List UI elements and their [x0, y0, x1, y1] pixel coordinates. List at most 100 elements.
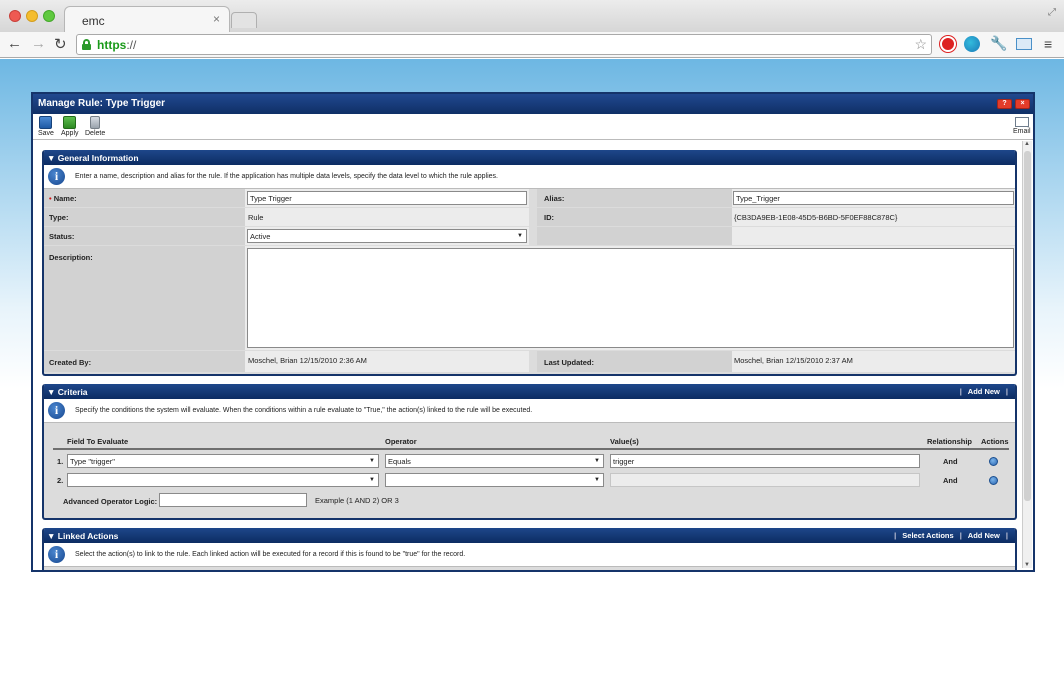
- column-relationship: Relationship: [927, 437, 973, 446]
- menu-icon[interactable]: ≡: [1044, 36, 1052, 52]
- delete-label: Delete: [85, 130, 106, 137]
- zoom-window-button[interactable]: [43, 10, 55, 22]
- column-field-to-evaluate: Field To Evaluate: [67, 437, 129, 446]
- status-label: Status:: [49, 232, 75, 241]
- criteria-title[interactable]: ▼ Criteria: [47, 387, 88, 397]
- browser-tab[interactable]: emc ×: [64, 6, 230, 32]
- id-label-cell: [537, 208, 732, 226]
- info-icon: i: [48, 168, 65, 185]
- help-button[interactable]: ?: [997, 99, 1012, 109]
- extension-icon[interactable]: [940, 36, 956, 52]
- criteria-header: ▼ Criteria | Add New |: [44, 384, 1015, 399]
- linked-actions-info-bar: i Select the action(s) to link to the ru…: [44, 543, 1015, 567]
- created-by-value: Moschel, Brian 12/15/2010 2:36 AM: [248, 356, 367, 365]
- url-text: https://: [97, 38, 137, 52]
- scroll-up-icon[interactable]: ▲: [1024, 141, 1030, 147]
- linked-actions-links: | Select Actions | Add New |: [894, 531, 1008, 540]
- relationship-value: And: [943, 457, 958, 466]
- remove-criteria-icon[interactable]: [989, 457, 998, 466]
- globe-icon[interactable]: [964, 36, 980, 52]
- tab-close-icon[interactable]: ×: [213, 12, 220, 26]
- name-input[interactable]: Type Trigger: [247, 191, 527, 205]
- general-info-text: Enter a name, description and alias for …: [75, 173, 498, 180]
- envelope-icon: [1014, 117, 1029, 127]
- value-input[interactable]: trigger: [610, 454, 920, 468]
- advanced-operator-logic-label: Advanced Operator Logic:: [63, 497, 158, 506]
- alias-input[interactable]: Type_Trigger: [733, 191, 1014, 205]
- fullscreen-icon[interactable]: ⤢: [1048, 7, 1056, 18]
- criteria-table-header: Field To Evaluate Operator Value(s) Rela…: [53, 430, 1009, 450]
- remove-criteria-icon[interactable]: [989, 476, 998, 485]
- new-tab-button[interactable]: [231, 12, 257, 28]
- linked-actions-title[interactable]: ▼ Linked Actions: [47, 531, 118, 541]
- criteria-row: 1. Type "trigger" ▼ Equals ▼ trigger And: [44, 453, 1015, 471]
- dialog-scrollbar[interactable]: ▲ ▼: [1022, 141, 1032, 568]
- browser-tab-strip: emc × ⤢: [0, 0, 1064, 32]
- save-button[interactable]: Save: [38, 116, 54, 137]
- reload-icon[interactable]: ↻: [54, 35, 67, 53]
- wrench-icon[interactable]: 🔧: [990, 35, 1007, 52]
- linked-add-new-link[interactable]: Add New: [965, 531, 1003, 540]
- field-to-evaluate-select[interactable]: Type "trigger" ▼: [67, 454, 379, 468]
- dialog-toolbar: Save Apply Delete Email: [33, 114, 1033, 140]
- general-info-bar: i Enter a name, description and alias fo…: [44, 165, 1015, 189]
- type-value: Rule: [248, 213, 264, 222]
- advanced-operator-logic-example: Example (1 AND 2) OR 3: [315, 496, 399, 505]
- close-window-button[interactable]: [9, 10, 21, 22]
- id-label: ID:: [544, 213, 554, 222]
- name-label: • Name:: [49, 194, 77, 203]
- id-value: {CB3DA9EB-1E08-45D5-B6BD-5F0EF88C878C}: [734, 213, 898, 222]
- criteria-add-new-link[interactable]: Add New: [965, 387, 1003, 396]
- description-textarea[interactable]: [247, 248, 1014, 348]
- minimize-window-button[interactable]: [26, 10, 38, 22]
- operator-select[interactable]: Equals ▼: [385, 454, 604, 468]
- dialog-close-button[interactable]: ×: [1015, 99, 1030, 109]
- save-label: Save: [38, 130, 54, 137]
- created-by-label: Created By:: [49, 358, 92, 367]
- chevron-down-icon: ▼: [594, 458, 600, 464]
- type-label-cell: [44, 208, 245, 226]
- delete-button[interactable]: Delete: [85, 116, 105, 137]
- tab-title: emc: [82, 14, 105, 28]
- status-select[interactable]: Active ▼: [247, 229, 527, 243]
- email-button[interactable]: Email: [1013, 116, 1031, 135]
- info-icon: i: [48, 546, 65, 563]
- operator-select[interactable]: ▼: [385, 473, 604, 487]
- empty-value-cell: [732, 227, 1015, 245]
- advanced-operator-logic-input[interactable]: [159, 493, 307, 507]
- type-label: Type:: [49, 213, 69, 222]
- trash-icon: [90, 116, 101, 129]
- column-values: Value(s): [610, 437, 639, 446]
- address-bar[interactable]: https:// ☆: [76, 34, 932, 55]
- column-actions: Actions: [981, 437, 1009, 446]
- scroll-thumb[interactable]: [1024, 151, 1031, 501]
- field-to-evaluate-select[interactable]: ▼: [67, 473, 379, 487]
- forward-icon[interactable]: →: [31, 35, 46, 52]
- back-icon[interactable]: ←: [7, 35, 22, 52]
- relationship-value: And: [943, 476, 958, 485]
- chevron-down-icon: ▼: [369, 458, 375, 464]
- general-information-section: ▼ General Information i Enter a name, de…: [42, 150, 1017, 376]
- general-information-header[interactable]: ▼ General Information: [44, 150, 1015, 165]
- criteria-row-number: 1.: [57, 457, 64, 466]
- apply-label: Apply: [61, 130, 79, 137]
- criteria-info-bar: i Specify the conditions the system will…: [44, 399, 1015, 423]
- apply-icon: [63, 116, 77, 129]
- lock-icon: [82, 39, 91, 50]
- field-select-value: Type "trigger": [70, 457, 115, 466]
- chevron-down-icon: ▼: [369, 477, 375, 483]
- linked-actions-section: ▼ Linked Actions | Select Actions | Add New…: [42, 528, 1017, 570]
- value-input[interactable]: [610, 473, 920, 487]
- screen-icon[interactable]: [1016, 38, 1032, 50]
- last-updated-label: Last Updated:: [544, 358, 595, 367]
- scroll-down-icon[interactable]: ▼: [1024, 562, 1030, 568]
- column-operator: Operator: [385, 437, 417, 446]
- save-icon: [39, 116, 53, 129]
- select-actions-link[interactable]: Select Actions: [899, 531, 956, 540]
- dialog-titlebar: Manage Rule: Type Trigger ? ×: [33, 94, 1033, 114]
- apply-button[interactable]: Apply: [61, 116, 79, 137]
- alias-label: Alias:: [544, 194, 565, 203]
- star-icon[interactable]: ☆: [914, 36, 927, 53]
- email-label: Email: [1013, 128, 1031, 135]
- dialog-title: Manage Rule: Type Trigger: [38, 98, 166, 109]
